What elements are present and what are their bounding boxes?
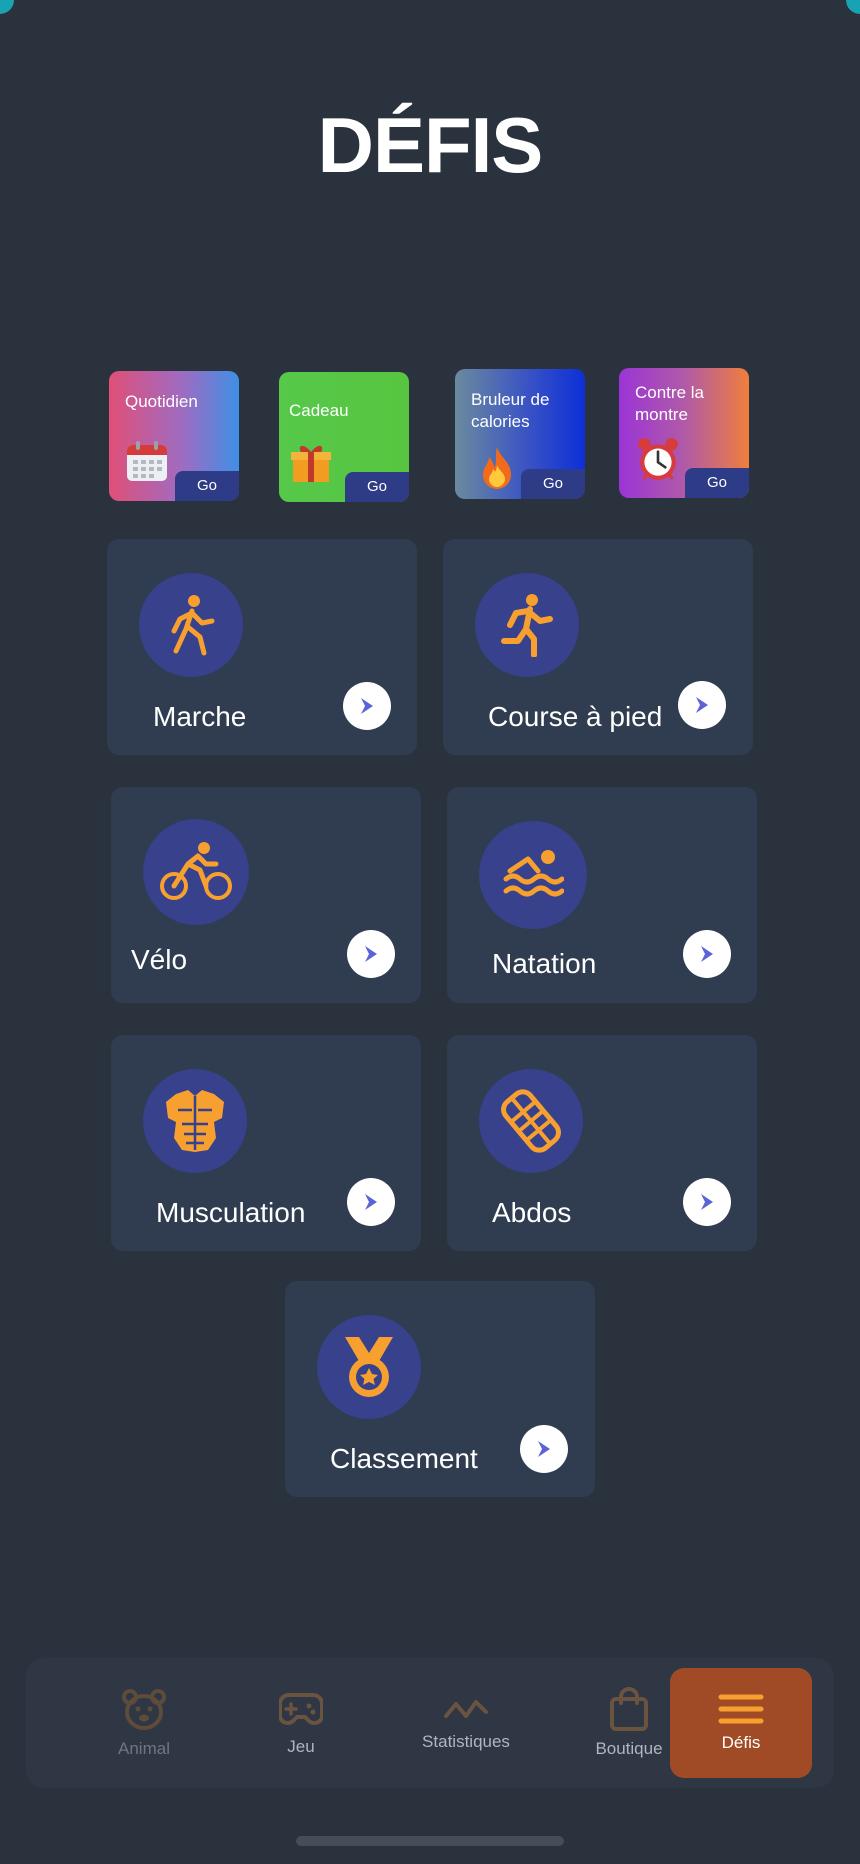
arrow-button[interactable] [347, 930, 395, 978]
card-label: Abdos [492, 1197, 572, 1228]
muscle-torso-icon [166, 1090, 224, 1152]
go-button[interactable]: Go [685, 468, 749, 498]
card-label: Vélo [131, 944, 188, 975]
arrow-button[interactable] [683, 930, 731, 978]
bicycle-icon [160, 842, 232, 900]
pet-face-icon [122, 1689, 166, 1730]
nav-item-animal[interactable]: Animal [64, 1658, 224, 1788]
chevron-right-icon [361, 698, 373, 714]
card-label: Musculation [156, 1197, 306, 1228]
abs-icon [501, 1089, 561, 1153]
card-velo[interactable]: Vélo [111, 787, 421, 1003]
arrow-button[interactable] [520, 1425, 568, 1473]
gift-icon [291, 445, 331, 482]
walking-icon [171, 595, 215, 656]
tile-label: Contre la montre [635, 383, 704, 424]
card-label: Marche [153, 701, 247, 732]
icon-circle [143, 819, 249, 925]
bottom-nav: Animal Jeu Statistiques Boutique Défis [26, 1658, 834, 1788]
icon-circle [139, 573, 243, 677]
card-abdos[interactable]: Abdos [447, 1035, 757, 1251]
tile-label: Quotidien [125, 392, 198, 411]
card-course-a-pied[interactable]: Course à pied [443, 539, 753, 755]
arrow-button[interactable] [343, 682, 391, 730]
swimming-icon [503, 850, 564, 897]
medal-icon [345, 1337, 393, 1397]
nav-label: Statistiques [422, 1732, 510, 1751]
card-label: Classement [330, 1443, 478, 1474]
arrow-button[interactable] [683, 1178, 731, 1226]
card-musculation[interactable]: Musculation [111, 1035, 421, 1251]
card-label: Course à pied [488, 701, 663, 732]
page-title: DÉFIS [317, 101, 544, 189]
nav-item-statistiques[interactable]: Statistiques [381, 1658, 551, 1788]
icon-circle [475, 573, 579, 677]
tile-bruleur-de-calories[interactable]: Bruleur de calories Go [455, 369, 585, 499]
icon-circle [479, 1069, 583, 1173]
gamepad-icon [279, 1692, 323, 1725]
go-button[interactable]: Go [175, 471, 239, 501]
chevron-right-icon [701, 946, 713, 962]
tile-label: Bruleur de calories [471, 390, 550, 431]
icon-circle [143, 1069, 247, 1173]
icon-circle [479, 821, 587, 929]
tile-contre-la-montre[interactable]: Contre la montre Go [619, 368, 749, 498]
go-button[interactable]: Go [521, 469, 585, 499]
shopping-bag-icon [610, 1687, 648, 1731]
tile-label: Cadeau [289, 401, 349, 420]
calendar-icon [127, 441, 167, 481]
card-natation[interactable]: Natation [447, 787, 757, 1003]
chevron-right-icon [538, 1441, 550, 1457]
menu-icon [718, 1694, 764, 1724]
tile-quotidien[interactable]: Quotidien Go [109, 371, 239, 501]
nav-item-defis[interactable]: Défis [670, 1668, 812, 1778]
arrow-button[interactable] [678, 681, 726, 729]
chevron-right-icon [696, 697, 708, 713]
running-icon [501, 594, 553, 657]
arrow-button[interactable] [347, 1178, 395, 1226]
home-indicator [296, 1836, 564, 1846]
card-classement[interactable]: Classement [285, 1281, 595, 1497]
nav-label: Défis [721, 1733, 761, 1752]
chevron-right-icon [365, 946, 377, 962]
fire-icon [483, 447, 511, 489]
tile-cadeau[interactable]: Cadeau Go [279, 372, 409, 502]
activity-chart-icon [444, 1700, 488, 1718]
card-marche[interactable]: Marche [107, 539, 417, 755]
nav-item-jeu[interactable]: Jeu [226, 1658, 376, 1788]
chevron-right-icon [365, 1194, 377, 1210]
nav-label: Boutique [595, 1739, 663, 1758]
nav-label: Animal [118, 1739, 170, 1758]
screen-corner [846, 0, 860, 14]
nav-label: Jeu [287, 1737, 315, 1756]
icon-circle [317, 1315, 421, 1419]
card-label: Natation [492, 948, 597, 979]
go-button[interactable]: Go [345, 472, 409, 502]
chevron-right-icon [701, 1194, 713, 1210]
alarm-clock-icon [638, 438, 678, 480]
screen-corner [0, 0, 14, 14]
